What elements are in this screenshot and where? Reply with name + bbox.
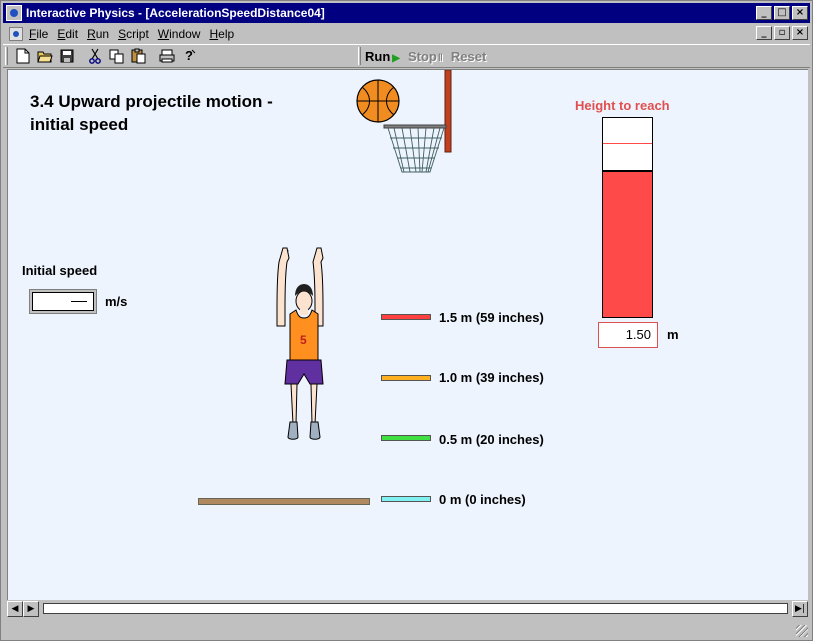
app-icon[interactable] (6, 5, 22, 21)
save-icon[interactable] (56, 46, 78, 66)
legend-bar-0-5m (381, 435, 431, 441)
scroll-track[interactable] (43, 603, 788, 614)
maximize-button[interactable]: □ (774, 6, 790, 20)
menu-edit[interactable]: Edit (57, 27, 78, 41)
scroll-end-button[interactable]: ▶| (792, 600, 808, 617)
legend-label-0m: 0 m (0 inches) (439, 492, 526, 507)
menu-run[interactable]: Run (87, 27, 109, 41)
height-to-reach-label: Height to reach (575, 98, 670, 113)
new-icon[interactable] (12, 46, 34, 66)
menu-window[interactable]: Window (158, 27, 201, 41)
menu-script[interactable]: Script (118, 27, 149, 41)
height-value-field[interactable]: 1.50 (598, 322, 658, 348)
scroll-left-button[interactable]: ◀ (7, 600, 23, 617)
menu-help[interactable]: Help (209, 27, 234, 41)
legend-bar-1-0m (381, 375, 431, 381)
close-button[interactable]: × (792, 6, 808, 20)
help-icon[interactable]: ? (178, 46, 200, 66)
toolbar: ? Run ▶ Stop‖ Reset (3, 44, 810, 68)
print-icon[interactable] (156, 46, 178, 66)
basketball-hoop (356, 70, 452, 173)
simulation-canvas[interactable]: 3.4 Upward projectile motion - initial s… (7, 69, 808, 600)
initial-speed-field[interactable] (29, 289, 97, 314)
legend-label-0-5m: 0.5 m (20 inches) (439, 432, 544, 447)
height-gauge[interactable] (602, 117, 653, 318)
cut-icon[interactable] (84, 46, 106, 66)
reset-button[interactable]: Reset (451, 49, 486, 64)
legend-bar-0m (381, 496, 431, 502)
basketball-player: 5 (276, 247, 324, 440)
initial-speed-input[interactable] (32, 292, 94, 311)
scroll-right-button[interactable]: ▶ (23, 600, 39, 617)
toolbar-grip[interactable] (5, 47, 8, 65)
stop-button[interactable]: Stop‖ (408, 49, 443, 64)
speed-dash (71, 301, 87, 302)
legend-label-1-0m: 1.0 m (39 inches) (439, 370, 544, 385)
title-bar: Interactive Physics - [AccelerationSpeed… (3, 3, 810, 23)
initial-speed-label: Initial speed (22, 263, 98, 278)
menu-bar: File Edit Run Script Window Help _ ▫ × (3, 24, 810, 43)
legend-bar-1-5m (381, 314, 431, 320)
window-title: Interactive Physics - [AccelerationSpeed… (26, 6, 325, 20)
copy-icon[interactable] (106, 46, 128, 66)
legend-label-1-5m: 1.5 m (59 inches) (439, 310, 544, 325)
height-gauge-fill (603, 170, 652, 317)
floor-platform (198, 498, 370, 505)
paste-icon[interactable] (128, 46, 150, 66)
horizontal-scrollbar[interactable]: ◀ ▶ ▶| (7, 600, 808, 617)
doc-restore-button[interactable]: ▫ (774, 26, 790, 40)
run-toolbar-grip[interactable] (358, 47, 361, 65)
minimize-button[interactable]: _ (756, 6, 772, 20)
resize-grip[interactable] (796, 625, 808, 637)
doc-minimize-button[interactable]: _ (756, 26, 772, 40)
pause-icon: ‖ (437, 52, 443, 64)
height-target-line (603, 143, 652, 144)
page-title: 3.4 Upward projectile motion - initial s… (30, 92, 273, 134)
open-icon[interactable] (34, 46, 56, 66)
menu-file[interactable]: File (29, 27, 48, 41)
status-bar (3, 620, 810, 639)
doc-close-button[interactable]: × (792, 26, 808, 40)
speed-unit-label: m/s (105, 294, 128, 309)
app-window: Interactive Physics - [AccelerationSpeed… (0, 0, 813, 641)
play-icon: ▶ (392, 52, 400, 64)
height-unit-label: m (667, 327, 679, 342)
document-icon[interactable] (9, 26, 23, 41)
jersey-number: 5 (300, 333, 307, 347)
run-button[interactable]: Run ▶ (365, 49, 400, 64)
